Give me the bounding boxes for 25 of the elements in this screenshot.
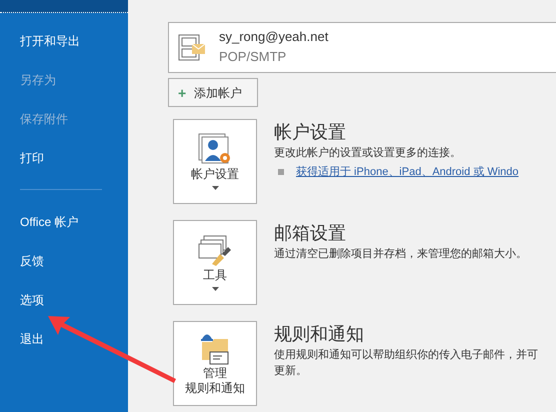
account-email: sy_rong@yeah.net [219,28,328,46]
account-card[interactable]: sy_rong@yeah.net POP/SMTP [168,22,556,73]
section-tile-button[interactable]: 管理 规则和通知 [173,321,257,406]
section-description: 通过清空已删除项目并存档，来管理您的邮箱大小。 [274,246,527,262]
sidebar-item[interactable]: 打开和导出 [20,32,80,48]
cabinet-envelope-icon [178,34,206,62]
add-account-button[interactable]: + 添加帐户 [168,78,258,107]
mobile-app-link[interactable]: 获得适用于 iPhone、iPad、Android 或 Windo [296,164,519,180]
section-title: 邮箱设置 [274,222,347,245]
account-type: POP/SMTP [219,48,288,66]
section-tile-button[interactable]: 帐户设置 [173,119,257,204]
section-description: 更新。 [274,364,308,379]
plus-icon: + [178,86,186,100]
sidebar-item[interactable]: 反馈 [20,252,44,268]
sidebar-item[interactable]: Office 帐户 [20,214,78,230]
sidebar-item[interactable]: 退出 [20,330,44,346]
section-description: 更改此帐户的设置或设置更多的连接。 [274,146,462,161]
section-description: 使用规则和通知可以帮助组织你的传入电子邮件，并可 [274,348,538,363]
section-tile-button[interactable]: 工具 [173,220,257,305]
bullet-icon [278,169,284,176]
sidebar-item[interactable]: 选项 [20,292,44,308]
section-title: 帐户设置 [274,121,347,144]
section-title: 规则和通知 [274,323,365,346]
envelope-brush-icon [198,234,232,268]
sidebar-item[interactable]: 打印 [20,150,44,166]
